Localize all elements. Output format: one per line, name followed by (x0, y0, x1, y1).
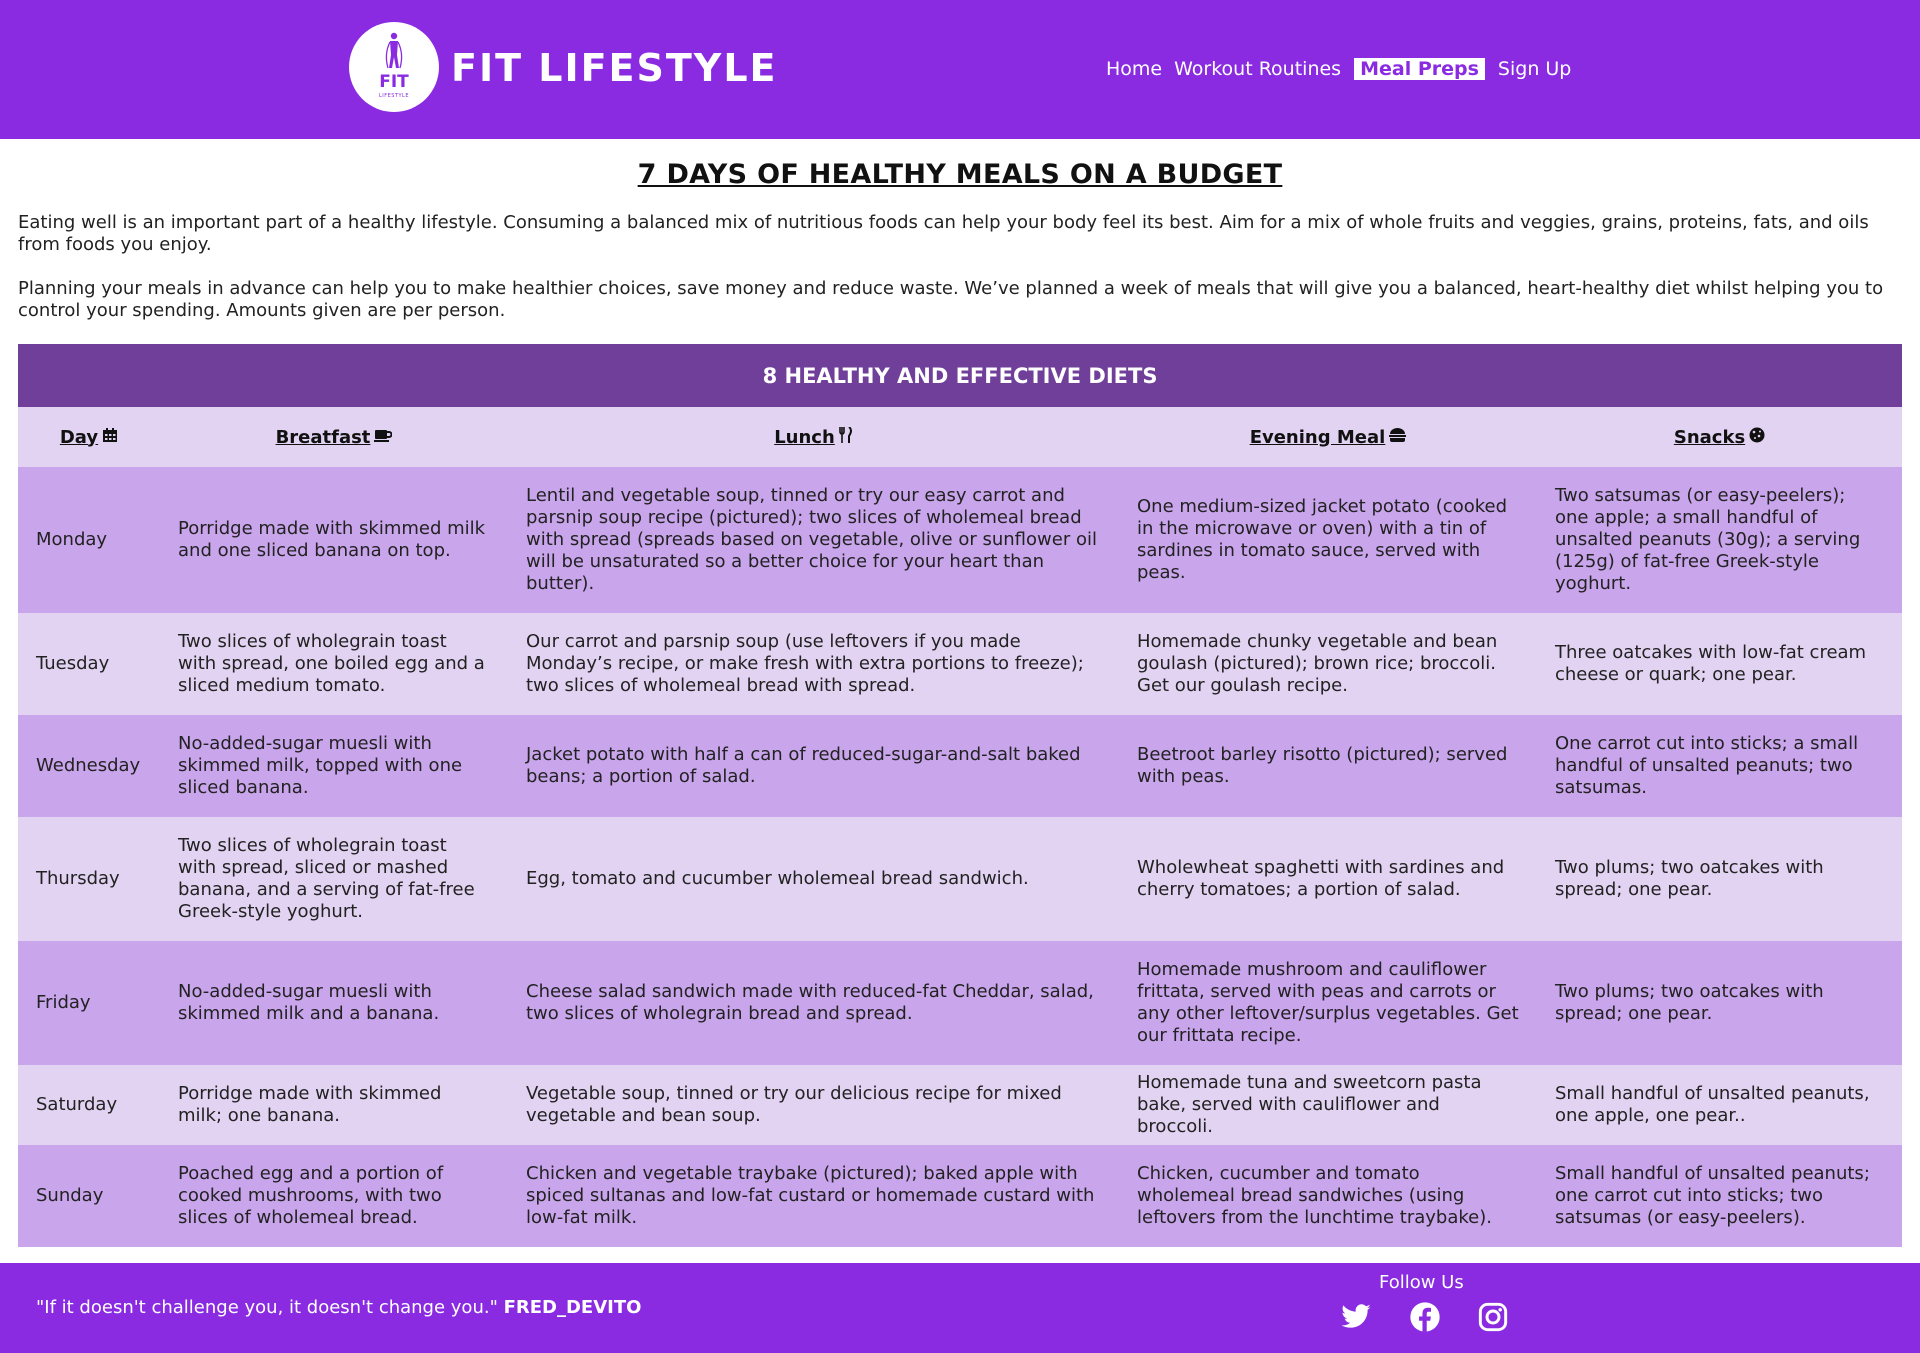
lunch-cell: Vegetable soup, tinned or try our delici… (508, 1065, 1119, 1145)
day-cell: Wednesday (18, 715, 160, 817)
day-cell: Thursday (18, 817, 160, 941)
breakfast-cell: Poached egg and a portion of cooked mush… (160, 1145, 508, 1247)
logo-text: FIT (379, 72, 409, 92)
day-cell: Friday (18, 941, 160, 1065)
snacks-cell: Small handful of unsalted peanuts, one a… (1537, 1065, 1903, 1145)
snacks-cell: Two plums; two oatcakes with spread; one… (1537, 941, 1903, 1065)
footer-quote: "If it doesn't challenge you, it doesn't… (36, 1297, 641, 1318)
breakfast-cell: No-added-sugar muesli with skimmed milk … (160, 941, 508, 1065)
intro-paragraph: Planning your meals in advance can help … (18, 278, 1884, 321)
intro-paragraph: Eating well is an important part of a he… (18, 212, 1869, 255)
site-header: FIT LIFESTYLE FIT LIFESTYLE Home Workout… (0, 0, 1920, 139)
column-header-breakfast: Breatfast (160, 407, 508, 467)
site-footer: "If it doesn't challenge you, it doesn't… (0, 1263, 1920, 1353)
day-cell: Sunday (18, 1145, 160, 1247)
breakfast-cell: No-added-sugar muesli with skimmed milk,… (160, 715, 508, 817)
logo[interactable]: FIT LIFESTYLE (349, 22, 439, 112)
breakfast-cell: Two slices of wholegrain toast with spre… (160, 817, 508, 941)
table-row: Saturday Porridge made with skimmed milk… (18, 1065, 1903, 1145)
facebook-icon[interactable] (1409, 1301, 1441, 1333)
nav-home[interactable]: Home (1100, 58, 1168, 80)
main-content: 7 DAYS OF HEALTHY MEALS ON A BUDGET Eati… (0, 139, 1920, 1247)
column-header-evening-meal: Evening Meal (1119, 407, 1537, 467)
lunch-cell: Cheese salad sandwich made with reduced-… (508, 941, 1119, 1065)
page-title: 7 DAYS OF HEALTHY MEALS ON A BUDGET (637, 159, 1283, 190)
instagram-icon[interactable] (1477, 1301, 1509, 1333)
snacks-cell: Three oatcakes with low-fat cream cheese… (1537, 613, 1903, 715)
table-row: Sunday Poached egg and a portion of cook… (18, 1145, 1903, 1247)
utensils-icon (838, 425, 853, 447)
quote-author: FRED_DEVITO (503, 1297, 642, 1318)
quote-text: "If it doesn't challenge you, it doesn't… (36, 1297, 498, 1318)
evening-meal-cell: Wholewheat spaghetti with sardines and c… (1119, 817, 1537, 941)
snacks-cell: One carrot cut into sticks; a small hand… (1537, 715, 1903, 817)
hamburger-icon (1389, 427, 1407, 447)
nav-workout-routines[interactable]: Workout Routines (1168, 58, 1347, 80)
day-cell: Monday (18, 467, 160, 613)
logo-subtext: LIFESTYLE (378, 93, 410, 99)
day-cell: Tuesday (18, 613, 160, 715)
column-header-day: Day (18, 407, 160, 467)
nav-sign-up[interactable]: Sign Up (1492, 58, 1577, 80)
breakfast-cell: Porridge made with skimmed milk; one ban… (160, 1065, 508, 1145)
breakfast-cell: Porridge made with skimmed milk and one … (160, 467, 508, 613)
lunch-cell: Egg, tomato and cucumber wholemeal bread… (508, 817, 1119, 941)
snacks-cell: Two plums; two oatcakes with spread; one… (1537, 817, 1903, 941)
main-nav: Home Workout Routines Meal Preps Sign Up (1100, 58, 1577, 80)
follow-us-label: Follow Us (1379, 1272, 1464, 1293)
table-header-row: Day Breatfast Lunch Evening Meal Snacks (18, 407, 1903, 467)
evening-meal-cell: One medium-sized jacket potato (cooked i… (1119, 467, 1537, 613)
lunch-cell: Lentil and vegetable soup, tinned or try… (508, 467, 1119, 613)
day-cell: Saturday (18, 1065, 160, 1145)
table-row: Monday Porridge made with skimmed milk a… (18, 467, 1903, 613)
lunch-cell: Chicken and vegetable traybake (pictured… (508, 1145, 1119, 1247)
evening-meal-cell: Homemade mushroom and cauliflower fritta… (1119, 941, 1537, 1065)
table-caption: 8 HEALTHY AND EFFECTIVE DIETS (18, 344, 1903, 407)
snacks-cell: Two satsumas (or easy-peelers); one appl… (1537, 467, 1903, 613)
evening-meal-cell: Homemade tuna and sweetcorn pasta bake, … (1119, 1065, 1537, 1145)
table-row: Friday No-added-sugar muesli with skimme… (18, 941, 1903, 1065)
table-row: Tuesday Two slices of wholegrain toast w… (18, 613, 1903, 715)
column-header-snacks: Snacks (1537, 407, 1903, 467)
twitter-icon[interactable] (1340, 1301, 1372, 1333)
table-row: Thursday Two slices of wholegrain toast … (18, 817, 1903, 941)
breakfast-cell: Two slices of wholegrain toast with spre… (160, 613, 508, 715)
calendar-icon (102, 427, 118, 447)
column-header-lunch: Lunch (508, 407, 1119, 467)
coffee-icon (374, 428, 393, 447)
cookie-icon (1749, 427, 1765, 447)
lunch-cell: Our carrot and parsnip soup (use leftove… (508, 613, 1119, 715)
lunch-cell: Jacket potato with half a can of reduced… (508, 715, 1119, 817)
snacks-cell: Small handful of unsalted peanuts; one c… (1537, 1145, 1903, 1247)
evening-meal-cell: Homemade chunky vegetable and bean goula… (1119, 613, 1537, 715)
evening-meal-cell: Beetroot barley risotto (pictured); serv… (1119, 715, 1537, 817)
brand-name[interactable]: FIT LIFESTYLE (451, 44, 778, 92)
meal-plan-table: 8 HEALTHY AND EFFECTIVE DIETS Day Breatf… (18, 344, 1903, 1247)
table-row: Wednesday No-added-sugar muesli with ski… (18, 715, 1903, 817)
nav-meal-preps[interactable]: Meal Preps (1354, 58, 1485, 80)
evening-meal-cell: Chicken, cucumber and tomato wholemeal b… (1119, 1145, 1537, 1247)
